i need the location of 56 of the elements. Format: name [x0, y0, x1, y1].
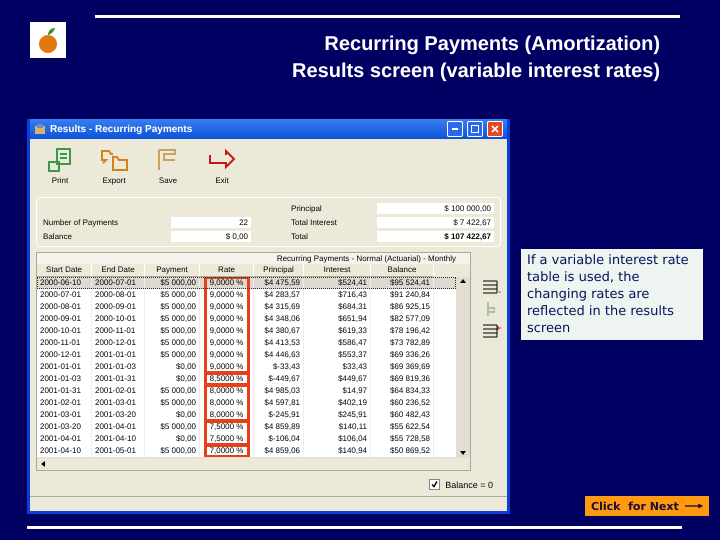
value-field: $ 100 000,00	[377, 202, 494, 214]
toolbar-button[interactable]: Print	[40, 147, 80, 194]
folder-arrow-icon	[99, 147, 129, 173]
down-arrow-icon	[460, 451, 466, 455]
rate-cell: 9,0000 %	[204, 349, 250, 361]
maximize-button[interactable]	[467, 121, 483, 137]
field-label: Total	[291, 232, 309, 240]
close-icon	[491, 125, 499, 133]
field-label: Balance	[43, 232, 73, 240]
value-field: $ 7 422,67	[377, 216, 494, 228]
rate-cell: 9,0000 %	[204, 277, 250, 289]
checkbox[interactable]	[429, 479, 440, 490]
maximize-icon	[471, 125, 479, 133]
toolbar-button[interactable]: Export	[94, 147, 134, 194]
toolbar-button[interactable]: Save	[148, 147, 188, 194]
right-arrow-icon	[684, 503, 703, 509]
rate-cell: 9,0000 %	[204, 313, 250, 325]
rate-cell: 8,0000 %	[204, 385, 250, 397]
value-field: $ 0,00	[171, 230, 251, 242]
close-button[interactable]	[487, 121, 503, 137]
rate-cell: 7,0000 %	[204, 445, 250, 457]
field-label: Total Interest	[291, 218, 338, 226]
lines-icon[interactable]	[483, 324, 501, 338]
check-icon	[431, 481, 438, 488]
slide-title: Recurring Payments (Amortization) Results screen (variable interest rates)	[292, 32, 660, 84]
minimize-icon	[452, 128, 458, 130]
value-field: $ 107 422,67	[377, 230, 494, 242]
rate-cell: 9,0000 %	[204, 301, 250, 313]
value-field: 22	[171, 216, 251, 228]
rate-cell: 7,5000 %	[204, 433, 250, 445]
rate-cell: 8,5000 %	[204, 373, 250, 385]
left-arrow-icon	[41, 461, 45, 467]
rate-cell: 9,0000 %	[204, 361, 250, 373]
field-label: Number of Payments	[43, 218, 120, 226]
rate-cell: 9,0000 %	[204, 325, 250, 337]
minimize-button[interactable]	[447, 121, 463, 137]
vertical-scrollbar[interactable]	[456, 277, 470, 457]
rate-cell: 8,0000 %	[204, 409, 250, 421]
document-icon	[47, 147, 73, 173]
checkbox-label: Balance = 0	[445, 480, 493, 490]
callout-text: If a variable interest rate table is used, the changing rates are reflected in the results screen	[521, 249, 703, 340]
table-row[interactable]: 2000-06-10 2000-07-01 $5 000,00 9,0000 % $4 475,59 $524,41 $95 524,41	[37, 277, 456, 289]
toolbar-button[interactable]: Exit	[202, 147, 242, 194]
window-title: Results - Recurring Payments	[50, 124, 194, 134]
horizontal-scrollbar[interactable]	[37, 457, 470, 470]
rate-cell: 7,5000 %	[204, 421, 250, 433]
table-caption: Recurring Payments - Normal (Actuarial) - Monthly	[37, 253, 470, 264]
lines-icon[interactable]	[483, 280, 501, 294]
app-icon	[34, 123, 46, 135]
field-label: Principal	[291, 204, 323, 212]
rate-cell: 9,0000 %	[204, 289, 250, 301]
up-arrow-icon	[460, 279, 466, 283]
next-button[interactable]: Click for Next	[585, 496, 709, 516]
rate-cell: 8,0000 %	[204, 397, 250, 409]
rate-cell: 9,0000 %	[204, 337, 250, 349]
apple-logo-icon	[30, 22, 66, 58]
